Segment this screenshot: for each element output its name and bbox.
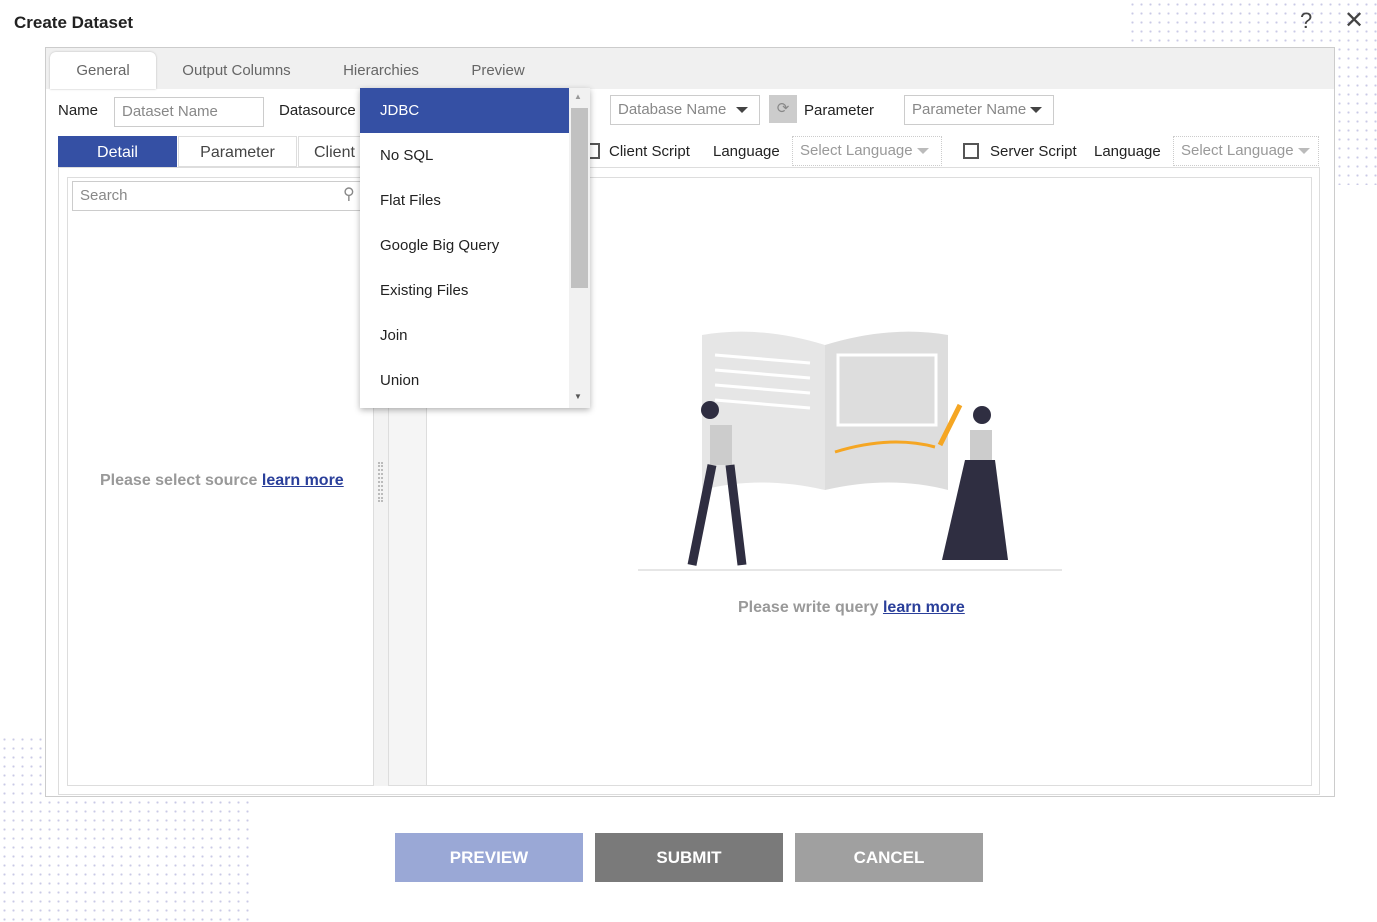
cancel-button[interactable]: CANCEL (795, 833, 983, 882)
preview-button[interactable]: PREVIEW (395, 833, 583, 882)
message-text: Please select source (100, 472, 258, 489)
select-source-message: Please select source learn more (100, 472, 344, 490)
learn-more-link[interactable]: learn more (262, 472, 344, 489)
tab-output-columns[interactable]: Output Columns (170, 52, 303, 89)
empty-query-illustration (638, 331, 1062, 571)
datasource-label: Datasource (279, 102, 356, 119)
dialog-title: Create Dataset (14, 13, 134, 32)
submit-button[interactable]: SUBMIT (595, 833, 783, 882)
language-label: Language (1094, 143, 1161, 160)
client-script-label: Client Script (609, 143, 690, 160)
client-language-select[interactable]: Select Language (792, 136, 942, 166)
select-language-text: Select Language (800, 142, 913, 159)
drag-handle-icon[interactable] (378, 462, 383, 502)
option-union[interactable]: Union (360, 358, 569, 403)
name-label: Name (58, 102, 99, 119)
search-input[interactable]: Search (72, 181, 367, 211)
option-existing-files[interactable]: Existing Files (360, 268, 569, 313)
datasource-dropdown: JDBC No SQL Flat Files Google Big Query … (360, 88, 590, 408)
option-flat-files[interactable]: Flat Files (360, 178, 569, 223)
message-text: Please write query (738, 599, 879, 616)
tab-hierarchies[interactable]: Hierarchies (330, 52, 432, 89)
parameter-select[interactable]: Parameter Name (904, 95, 1054, 125)
help-icon[interactable]: ? (1300, 8, 1312, 34)
learn-more-link[interactable]: learn more (883, 599, 965, 616)
subtab-parameter[interactable]: Parameter (178, 136, 297, 167)
option-join[interactable]: Join (360, 313, 569, 358)
option-no-sql[interactable]: No SQL (360, 133, 569, 178)
select-language-text: Select Language (1181, 142, 1294, 159)
option-jdbc[interactable]: JDBC (360, 88, 569, 133)
tab-preview[interactable]: Preview (458, 52, 538, 89)
option-google-big-query[interactable]: Google Big Query (360, 223, 569, 268)
scroll-down-icon[interactable]: ▼ (574, 392, 582, 401)
server-language-select[interactable]: Select Language (1173, 136, 1319, 166)
caret-down-icon (1297, 148, 1310, 155)
subtab-client[interactable]: Client (298, 136, 368, 167)
server-script-checkbox[interactable] (963, 143, 979, 159)
search-icon[interactable]: ⚲ (343, 184, 355, 204)
parameter-label: Parameter (804, 102, 875, 119)
subtab-detail[interactable]: Detail (58, 136, 177, 167)
scroll-up-icon[interactable]: ▲ (574, 92, 582, 101)
database-placeholder: Database Name (618, 101, 727, 118)
tab-general[interactable]: General (50, 52, 156, 89)
server-script-label: Server Script (990, 143, 1077, 160)
refresh-icon[interactable]: ⟳ (769, 95, 797, 123)
write-query-message: Please write query learn more (738, 599, 965, 617)
caret-down-icon (1030, 107, 1043, 114)
name-input[interactable]: Dataset Name (114, 97, 264, 127)
close-icon[interactable]: ✕ (1344, 6, 1364, 35)
caret-down-icon (736, 107, 749, 114)
database-select[interactable]: Database Name (610, 95, 760, 125)
caret-down-icon (916, 148, 929, 155)
parameter-placeholder: Parameter Name (912, 101, 1027, 118)
scrollbar-thumb[interactable] (571, 108, 588, 288)
scrollbar[interactable]: ▲ ▼ (569, 88, 590, 408)
language-label: Language (713, 143, 780, 160)
